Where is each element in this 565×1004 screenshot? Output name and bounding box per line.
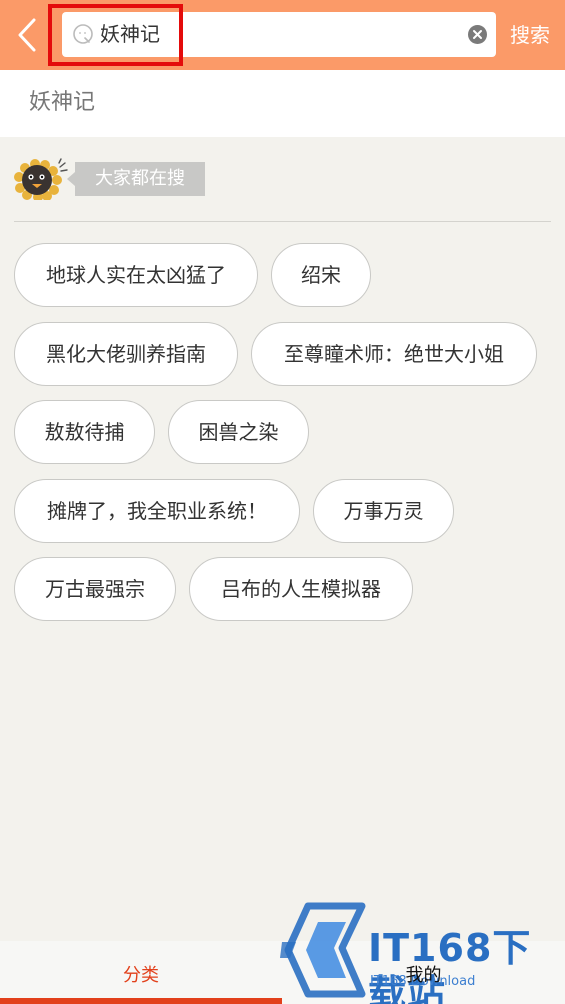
- tag-item[interactable]: 敖敖待捕: [14, 400, 155, 464]
- nav-tab-label: 分类: [123, 965, 159, 986]
- nav-tab-category[interactable]: 分类: [0, 941, 282, 1004]
- nav-tab-label: 我的: [405, 965, 442, 986]
- suggestion-text: 妖神记: [29, 90, 96, 115]
- tag-item[interactable]: 吕布的人生模拟器: [189, 557, 413, 621]
- tag-item[interactable]: 黑化大佬驯养指南: [14, 322, 238, 386]
- tag-item[interactable]: 万古最强宗: [14, 557, 176, 621]
- tag-item[interactable]: 万事万灵: [313, 479, 454, 543]
- tag-item[interactable]: 困兽之染: [168, 400, 309, 464]
- tag-item[interactable]: 绍宋: [271, 243, 371, 307]
- active-tab-indicator: [0, 998, 282, 1004]
- tag-item[interactable]: 地球人实在太凶猛了: [14, 243, 258, 307]
- section-title: 大家都在搜: [67, 162, 205, 196]
- back-arrow-icon: [18, 18, 36, 52]
- tag-item[interactable]: 至尊瞳术师：绝世大小姐: [251, 322, 537, 386]
- tag-item[interactable]: 摊牌了，我全职业系统！: [14, 479, 300, 543]
- highlight-annotation: [48, 4, 183, 66]
- search-button[interactable]: 搜索: [510, 20, 550, 50]
- back-button[interactable]: [12, 14, 44, 56]
- suggestion-item[interactable]: 妖神记: [0, 70, 565, 137]
- divider: [14, 221, 551, 222]
- clear-icon[interactable]: [468, 25, 487, 44]
- mascot-icon: [14, 158, 68, 200]
